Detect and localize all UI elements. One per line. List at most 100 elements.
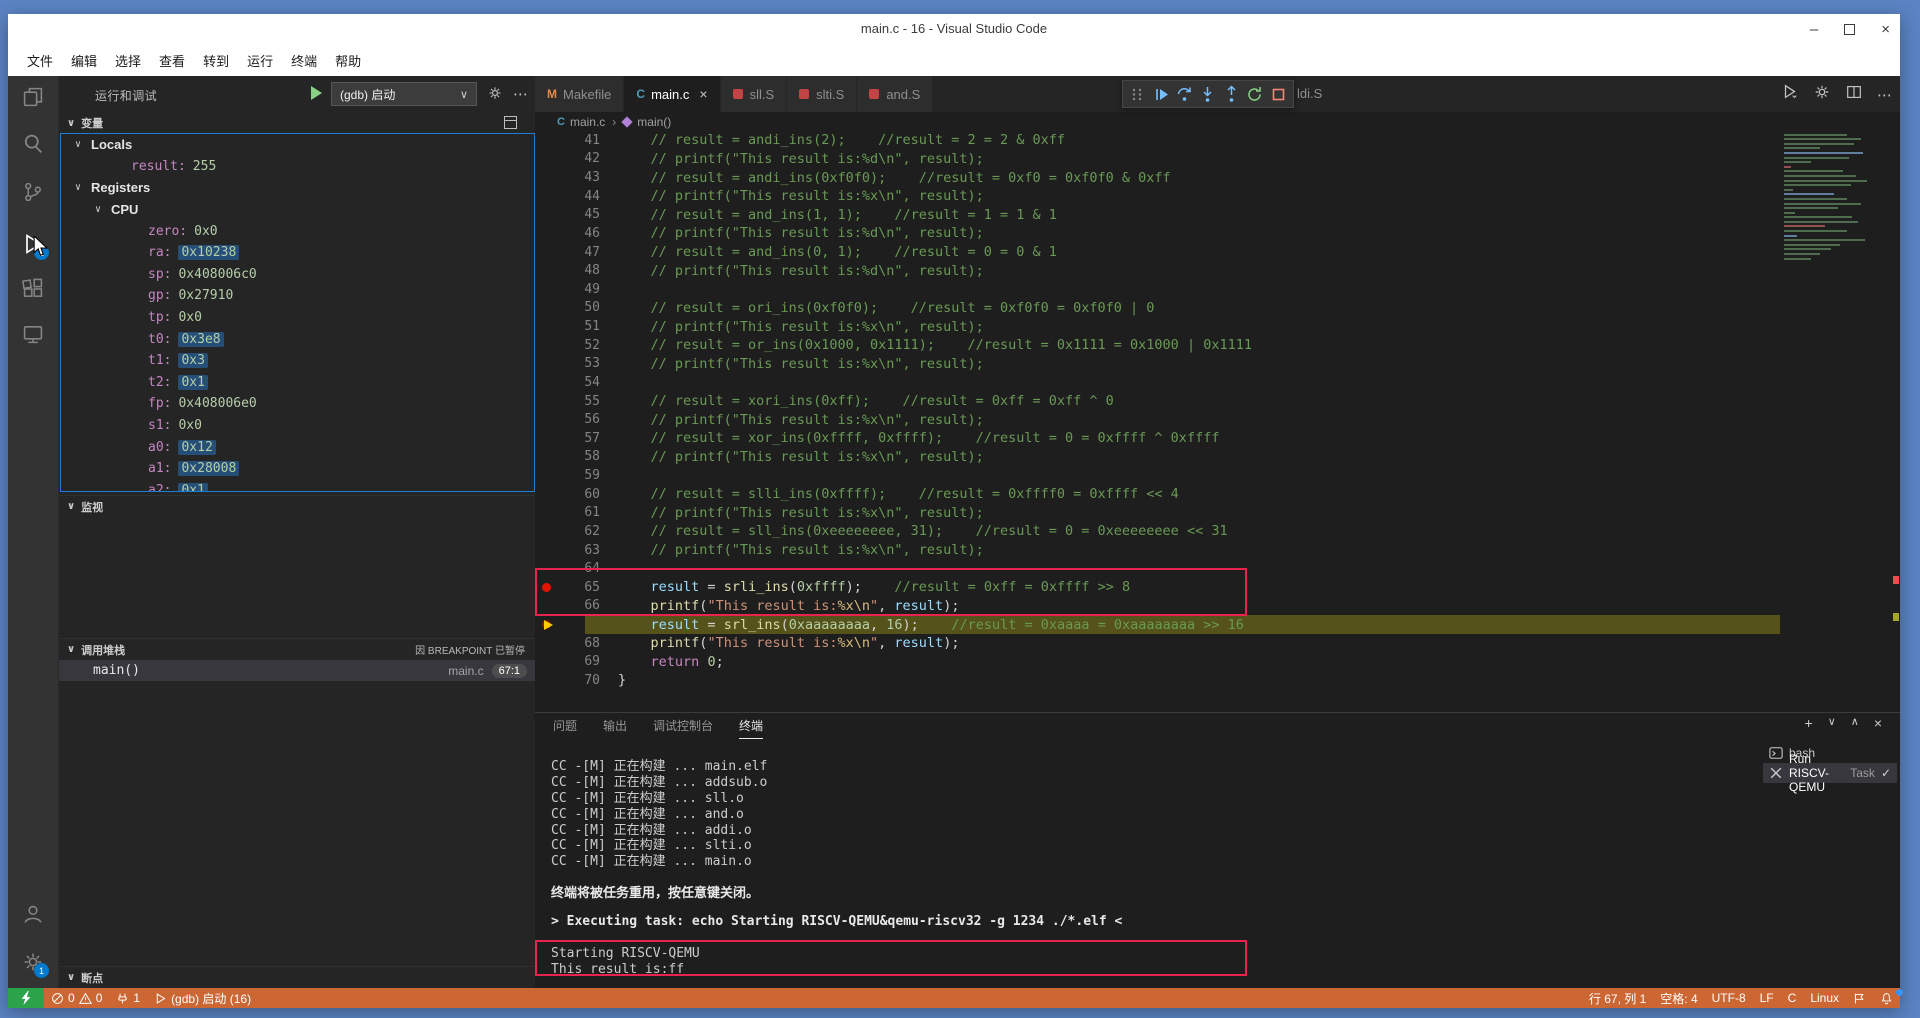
breakpoint-gutter[interactable] bbox=[535, 485, 560, 504]
breakpoint-gutter[interactable] bbox=[535, 187, 560, 206]
step-into-icon[interactable] bbox=[1197, 82, 1218, 106]
menu-item[interactable]: 查看 bbox=[150, 47, 194, 74]
debug-gear-icon[interactable] bbox=[487, 85, 503, 106]
account-icon[interactable] bbox=[21, 902, 45, 926]
breadcrumb-symbol[interactable]: main() bbox=[637, 115, 671, 129]
close-panel-icon[interactable]: × bbox=[1874, 715, 1882, 731]
step-over-icon[interactable] bbox=[1174, 82, 1195, 106]
callstack-section-header[interactable]: ∨ 调用堆栈 因 BREAKPOINT 已暂停 bbox=[59, 638, 535, 660]
code-line[interactable]: 70} bbox=[535, 671, 1900, 690]
drag-handle-icon[interactable] bbox=[1127, 82, 1148, 106]
more-actions-icon[interactable]: ⋯ bbox=[513, 85, 529, 103]
breadcrumb-file[interactable]: main.c bbox=[570, 115, 605, 129]
breakpoint-gutter[interactable] bbox=[535, 448, 560, 467]
explorer-icon[interactable] bbox=[21, 85, 45, 109]
encoding[interactable]: UTF-8 bbox=[1705, 991, 1753, 1005]
watch-section-header[interactable]: ∨ 监视 bbox=[59, 495, 535, 517]
variable-row[interactable]: result:255 bbox=[61, 156, 534, 178]
menu-item[interactable]: 转到 bbox=[194, 47, 238, 74]
breakpoint-gutter[interactable] bbox=[535, 392, 560, 411]
variable-row[interactable]: s1:0x0 bbox=[61, 415, 534, 437]
breakpoint-gutter[interactable] bbox=[535, 522, 560, 541]
tab-main.c[interactable]: Cmain.c× bbox=[624, 76, 720, 112]
code-line[interactable]: 47 // result = and_ins(0, 1); //result =… bbox=[535, 243, 1900, 262]
breakpoint-gutter[interactable] bbox=[535, 615, 560, 634]
minimize-icon[interactable]: – bbox=[1810, 22, 1818, 37]
breakpoint-gutter[interactable] bbox=[535, 355, 560, 374]
variable-row[interactable]: a1:0x28008 bbox=[61, 458, 534, 480]
code-line[interactable]: 60 // result = slli_ins(0xffff); //resul… bbox=[535, 485, 1900, 504]
code-line[interactable]: 51 // printf("This result is:%x\n", resu… bbox=[535, 317, 1900, 336]
breakpoint-gutter[interactable] bbox=[535, 373, 560, 392]
variable-row[interactable]: t2:0x1 bbox=[61, 372, 534, 394]
indentation[interactable]: 空格: 4 bbox=[1653, 990, 1704, 1007]
code-line[interactable]: 68 printf("This result is:%x\n", result)… bbox=[535, 634, 1900, 653]
chevron-down-icon[interactable]: ∨ bbox=[1828, 715, 1836, 731]
breakpoint-gutter[interactable] bbox=[535, 634, 560, 653]
remote-indicator[interactable] bbox=[8, 988, 44, 1008]
panel-tab-调试控制台[interactable]: 调试控制台 bbox=[653, 717, 713, 739]
code-line[interactable]: 56 // printf("This result is:%x\n", resu… bbox=[535, 410, 1900, 429]
breakpoint-gutter[interactable] bbox=[535, 317, 560, 336]
code-line[interactable]: 61 // printf("This result is:%x\n", resu… bbox=[535, 504, 1900, 523]
notifications-bell-icon[interactable] bbox=[1873, 992, 1900, 1005]
menu-item[interactable]: 终端 bbox=[282, 47, 326, 74]
breakpoint-gutter[interactable] bbox=[535, 653, 560, 672]
ports-status[interactable]: 1 bbox=[109, 988, 147, 1008]
breakpoint-gutter[interactable] bbox=[535, 466, 560, 485]
code-line[interactable]: 54 bbox=[535, 373, 1900, 392]
remote-os[interactable]: Linux bbox=[1803, 991, 1846, 1005]
code-line[interactable]: 62 // result = sll_ins(0xeeeeeeee, 31); … bbox=[535, 522, 1900, 541]
extensions-icon[interactable] bbox=[21, 277, 45, 301]
variable-row[interactable]: a2:0x1 bbox=[61, 480, 534, 493]
variable-row[interactable]: tp:0x0 bbox=[61, 307, 534, 329]
minimap[interactable] bbox=[1782, 131, 1893, 271]
tree-group[interactable]: ∨Registers bbox=[61, 177, 534, 199]
variables-section-header[interactable]: ∨ 变量 bbox=[59, 112, 535, 134]
code-line[interactable]: 44 // printf("This result is:%x\n", resu… bbox=[535, 187, 1900, 206]
tab-sll.S[interactable]: sll.S bbox=[721, 76, 788, 112]
variable-row[interactable]: t0:0x3e8 bbox=[61, 328, 534, 350]
more-actions-icon[interactable]: ⋯ bbox=[1877, 86, 1892, 104]
code-line[interactable]: 69 return 0; bbox=[535, 653, 1900, 672]
breakpoint-gutter[interactable] bbox=[535, 671, 560, 690]
close-icon[interactable]: × bbox=[1881, 22, 1890, 37]
variable-row[interactable]: zero:0x0 bbox=[61, 220, 534, 242]
code-line[interactable]: 42 // printf("This result is:%d\n", resu… bbox=[535, 150, 1900, 169]
code-line[interactable]: 57 // result = xor_ins(0xffff, 0xffff); … bbox=[535, 429, 1900, 448]
cursor-position[interactable]: 行 67, 列 1 bbox=[1582, 990, 1653, 1007]
breakpoint-gutter[interactable] bbox=[535, 410, 560, 429]
code-line[interactable]: 67 result = srl_ins(0xaaaaaaaa, 16); //r… bbox=[535, 615, 1900, 634]
restart-icon[interactable] bbox=[1244, 82, 1265, 106]
run-or-debug-icon[interactable] bbox=[1781, 83, 1799, 106]
debug-session-status[interactable]: (gdb) 启动 (16) bbox=[147, 988, 258, 1008]
breakpoint-gutter[interactable] bbox=[535, 261, 560, 280]
menu-item[interactable]: 运行 bbox=[238, 47, 282, 74]
eol[interactable]: LF bbox=[1753, 991, 1781, 1005]
tab-and.S[interactable]: and.S bbox=[857, 76, 933, 112]
settings-gear-icon[interactable]: 1 bbox=[21, 950, 45, 974]
tree-group[interactable]: ∨CPU bbox=[61, 199, 534, 221]
continue-icon[interactable] bbox=[1150, 82, 1171, 106]
code-line[interactable]: 46 // printf("This result is:%d\n", resu… bbox=[535, 224, 1900, 243]
new-terminal-icon[interactable]: + bbox=[1805, 715, 1813, 731]
gear-icon[interactable] bbox=[1813, 83, 1831, 106]
close-icon[interactable]: × bbox=[699, 86, 707, 102]
breakpoints-section-header[interactable]: ∨ 断点 bbox=[59, 966, 535, 988]
breakpoint-gutter[interactable] bbox=[535, 131, 560, 150]
panel-tab-输出[interactable]: 输出 bbox=[603, 717, 627, 739]
variable-row[interactable]: sp:0x408006c0 bbox=[61, 264, 534, 286]
panel-tab-问题[interactable]: 问题 bbox=[553, 717, 577, 739]
split-editor-icon[interactable] bbox=[1845, 83, 1863, 106]
code-line[interactable]: 49 bbox=[535, 280, 1900, 299]
code-line[interactable]: 63 // printf("This result is:%x\n", resu… bbox=[535, 541, 1900, 560]
variable-row[interactable]: t1:0x3 bbox=[61, 350, 534, 372]
breakpoint-gutter[interactable] bbox=[535, 299, 560, 318]
code-line[interactable]: 59 bbox=[535, 466, 1900, 485]
code-line[interactable]: 45 // result = and_ins(1, 1); //result =… bbox=[535, 206, 1900, 225]
variable-row[interactable]: a0:0x12 bbox=[61, 436, 534, 458]
code-editor[interactable]: 41 // result = andi_ins(2); //result = 2… bbox=[535, 131, 1900, 712]
breakpoint-gutter[interactable] bbox=[535, 206, 560, 225]
variables-panel-icon[interactable] bbox=[504, 116, 517, 129]
breakpoint-gutter[interactable] bbox=[535, 336, 560, 355]
